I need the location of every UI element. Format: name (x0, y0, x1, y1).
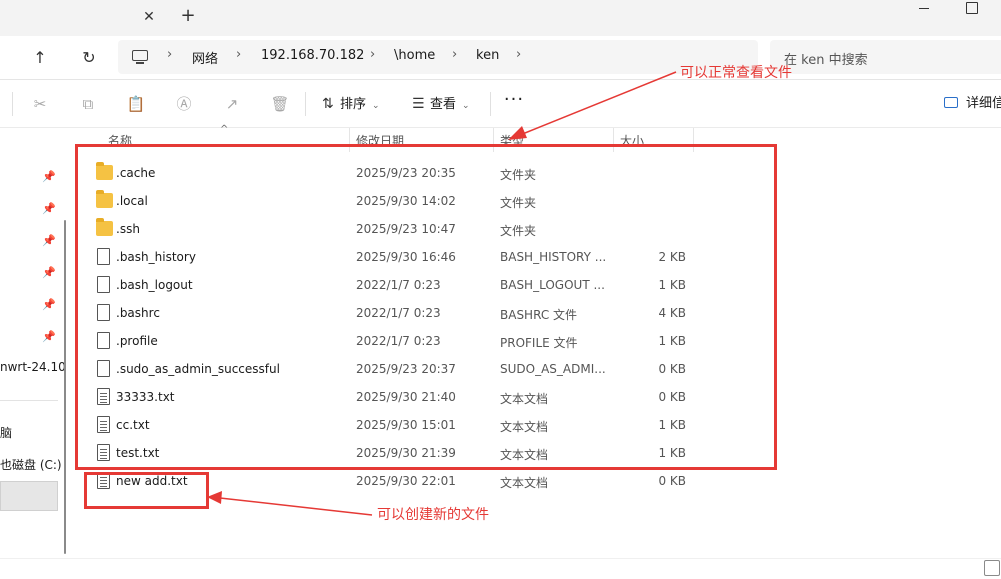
sort-ascending-icon: ^ (220, 124, 229, 135)
annotation-box-existing-files (75, 144, 777, 470)
details-pane-icon (944, 97, 958, 108)
minimize-icon[interactable] (915, 2, 935, 16)
breadcrumb-home[interactable]: \home (394, 48, 435, 63)
nav-item-this-pc[interactable]: 脑 (0, 424, 12, 441)
navigation-bar: ↑ ↻ › 网络 › 192.168.70.182 › \home › ken … (0, 36, 1001, 80)
toolbar-divider (490, 92, 491, 116)
breadcrumb-separator-icon[interactable]: › (516, 47, 521, 62)
annotation-view-note: 可以正常查看文件 (680, 65, 792, 81)
nav-scrollbar[interactable] (64, 220, 66, 554)
new-tab-icon[interactable]: + (178, 6, 198, 26)
command-bar: ✂ ⧉ 📋 Ⓐ ↗ 🗑 ⇅ 排序 ⌄ ☰ 查看 ⌄ ··· 详细信 (0, 80, 1001, 128)
pin-icon[interactable]: 📌 (42, 267, 56, 279)
delete-icon[interactable]: 🗑 (270, 94, 290, 114)
details-pane-button[interactable]: 详细信 (944, 94, 1001, 114)
computer-icon (132, 50, 148, 64)
chevron-down-icon: ⌄ (372, 101, 380, 111)
annotation-box-new-file (84, 472, 209, 509)
breadcrumb-separator-icon[interactable]: › (452, 47, 457, 62)
view-list-icon: ☰ (412, 96, 425, 112)
more-options-icon[interactable]: ··· (502, 91, 526, 114)
breadcrumb-separator-icon[interactable]: › (167, 47, 172, 62)
up-arrow-icon[interactable]: ↑ (28, 46, 52, 70)
title-bar: ✕ + (0, 0, 1001, 36)
view-toggle-icon[interactable] (984, 560, 1000, 576)
nav-item-openwrt[interactable]: nwrt-24.10 (0, 360, 66, 374)
copy-icon[interactable]: ⧉ (78, 94, 98, 114)
navigation-pane: 📌 📌 📌 📌 📌 📌 nwrt-24.10 脑 也磁盘 (C:) (0, 128, 70, 558)
breadcrumb-host[interactable]: 192.168.70.182 (261, 48, 364, 63)
status-bar (0, 558, 1001, 579)
breadcrumb-separator-icon[interactable]: › (370, 47, 375, 62)
sort-icon: ⇅ (322, 96, 334, 112)
toolbar-divider (12, 92, 13, 116)
annotation-arrow-create (219, 497, 373, 516)
pin-icon[interactable]: 📌 (42, 299, 56, 311)
view-button[interactable]: ☰ 查看 ⌄ (412, 94, 470, 114)
close-tab-icon[interactable]: ✕ (140, 8, 158, 26)
pin-icon[interactable]: 📌 (42, 235, 56, 247)
refresh-icon[interactable]: ↻ (77, 46, 101, 70)
file-type: 文本文档 (500, 476, 549, 490)
pin-icon[interactable]: 📌 (42, 331, 56, 343)
file-size: 0 KB (658, 474, 686, 488)
nav-divider (0, 400, 58, 401)
cut-icon[interactable]: ✂ (30, 94, 50, 114)
sort-button[interactable]: ⇅ 排序 ⌄ (322, 94, 380, 114)
breadcrumb-separator-icon[interactable]: › (236, 47, 241, 62)
view-label: 查看 (430, 97, 457, 112)
address-bar[interactable]: › 网络 › 192.168.70.182 › \home › ken › (118, 40, 758, 74)
sort-label: 排序 (340, 97, 367, 112)
nav-item-selected[interactable] (0, 481, 58, 511)
toolbar-divider (305, 92, 306, 116)
paste-icon[interactable]: 📋 (126, 94, 146, 114)
breadcrumb-ken[interactable]: ken (476, 48, 499, 63)
file-modified: 2025/9/30 22:01 (356, 474, 456, 488)
chevron-down-icon: ⌄ (462, 101, 470, 111)
share-icon[interactable]: ↗ (222, 94, 242, 114)
rename-icon[interactable]: Ⓐ (174, 94, 194, 114)
nav-item-local-disk[interactable]: 也磁盘 (C:) (0, 456, 62, 473)
maximize-icon[interactable] (966, 2, 978, 14)
search-placeholder: 在 ken 中搜索 (784, 53, 868, 68)
breadcrumb-network[interactable]: 网络 (192, 48, 218, 67)
annotation-create-note: 可以创建新的文件 (377, 507, 489, 523)
search-input[interactable]: 在 ken 中搜索 (770, 40, 1001, 74)
details-label: 详细信 (966, 96, 1001, 111)
pin-icon[interactable]: 📌 (42, 203, 56, 215)
pin-icon[interactable]: 📌 (42, 171, 56, 183)
